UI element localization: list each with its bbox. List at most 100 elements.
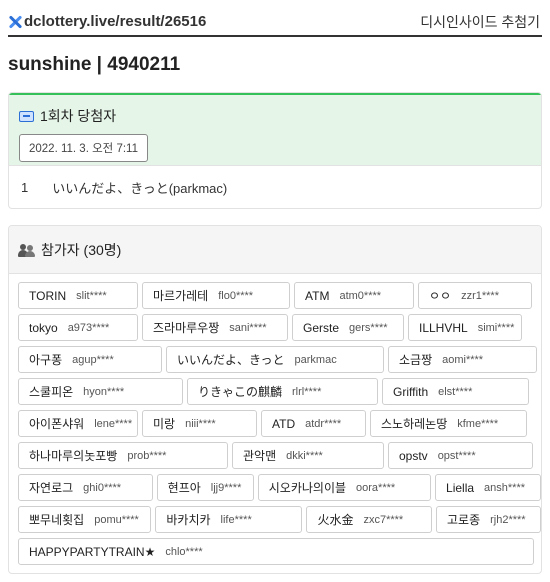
- participant-nickname: opstv: [399, 448, 428, 463]
- participant-id: prob****: [127, 449, 167, 462]
- participant-chip[interactable]: tokyo a973****: [18, 314, 138, 341]
- participant-chip[interactable]: opstv opst****: [388, 442, 533, 469]
- participant-id: pomu****: [94, 513, 139, 526]
- participant-nickname: いいんだよ、きっと: [177, 353, 285, 367]
- draw-date-badge: 2022. 11. 3. 오전 7:11: [19, 134, 148, 162]
- participant-chip[interactable]: 아구퐁 agup****: [18, 346, 162, 373]
- participant-nickname: TORIN: [29, 288, 67, 303]
- participant-row: 아이폰샤워 lene**** 미랑 niii**** ATD atdr**** 스노하레논땅…: [18, 410, 541, 437]
- people-icon: [18, 243, 35, 257]
- participant-chip[interactable]: HAPPYPARTYTRAIN★ chlo****: [18, 538, 534, 565]
- participant-chip[interactable]: Griffith elst****: [382, 378, 529, 405]
- participant-id: life****: [220, 513, 252, 526]
- participant-chip[interactable]: 스쿨피온 hyon****: [18, 378, 183, 405]
- participant-chip[interactable]: ATD atdr****: [261, 410, 366, 437]
- participant-nickname: 관악맨: [243, 449, 277, 463]
- participant-chip[interactable]: Liella ansh****: [435, 474, 541, 501]
- winner-card: 1회차 당첨자 2022. 11. 3. 오전 7:11 1 いいんだよ、きっと…: [8, 92, 542, 209]
- participant-chip[interactable]: 스노하레논땅 kfme****: [370, 410, 527, 437]
- participant-id: oora****: [356, 481, 396, 494]
- participant-nickname: 즈라마루우짱: [153, 321, 220, 335]
- participant-nickname: 스노하레논땅: [381, 417, 448, 431]
- participant-id: atm0****: [339, 289, 382, 302]
- participant-chip[interactable]: 고로종 rjh2****: [436, 506, 541, 533]
- participant-row: TORIN slit**** 마르가레테 flo0**** ATM atm0**** ㅇㅇ z…: [18, 282, 541, 309]
- participant-nickname: 하나마루의놋포빵: [29, 449, 118, 463]
- participant-nickname: 火水金: [317, 513, 354, 527]
- participant-chip[interactable]: りきゃこの麒麟 rlrl****: [187, 378, 378, 405]
- nav-link-dcinside-picker[interactable]: 디시인사이드 추첨기: [420, 12, 542, 32]
- winner-rank: 1: [21, 180, 29, 195]
- participant-chip[interactable]: ATM atm0****: [294, 282, 414, 309]
- participant-id: sani****: [229, 321, 267, 334]
- participant-id: rjh2****: [490, 513, 526, 526]
- participant-nickname: 소금짱: [399, 353, 433, 367]
- participant-nickname: 마르가레테: [153, 289, 209, 303]
- participant-nickname: 현프아: [167, 481, 201, 495]
- participant-nickname: 고로종: [447, 513, 481, 527]
- participant-chip[interactable]: 火水金 zxc7****: [306, 506, 432, 533]
- participant-nickname: ATD: [272, 416, 296, 431]
- participant-nickname: 시오카나의이블: [268, 481, 347, 495]
- url-text[interactable]: dclottery.live/result/26516: [24, 13, 206, 30]
- participant-chip[interactable]: TORIN slit****: [18, 282, 138, 309]
- participant-nickname: 아구퐁: [29, 353, 63, 367]
- participant-id: slit****: [76, 289, 107, 302]
- participant-id: niii****: [185, 417, 216, 430]
- participant-id: hyon****: [83, 385, 125, 398]
- participant-nickname: 미랑: [153, 417, 176, 431]
- participant-chip[interactable]: ㅇㅇ zzr1****: [418, 282, 532, 309]
- winner-card-header: 1회차 당첨자 2022. 11. 3. 오전 7:11: [9, 93, 541, 166]
- participant-chip[interactable]: ILLHVHL simi****: [408, 314, 522, 341]
- participant-row: 자연로그 ghi0**** 현프아 ljj9**** 시오카나의이블 oora**** Li…: [18, 474, 541, 501]
- participant-id: flo0****: [218, 289, 254, 302]
- participant-id: ghi0****: [83, 481, 122, 494]
- participant-nickname: ILLHVHL: [419, 320, 468, 335]
- participant-id: atdr****: [305, 417, 342, 430]
- site-url[interactable]: dclottery.live/result/26516: [8, 13, 206, 30]
- participant-id: gers****: [349, 321, 388, 334]
- participant-row: tokyo a973**** 즈라마루우짱 sani**** Gerste gers***…: [18, 314, 541, 341]
- participant-chip[interactable]: 자연로그 ghi0****: [18, 474, 153, 501]
- participant-id: rlrl****: [292, 385, 322, 398]
- participant-chip[interactable]: 마르가레테 flo0****: [142, 282, 290, 309]
- participants-card-title: 참가자 (30명): [18, 239, 531, 261]
- participant-nickname: ATM: [305, 288, 330, 303]
- participant-id: elst****: [438, 385, 473, 398]
- participant-chip[interactable]: 관악맨 dkki****: [232, 442, 384, 469]
- participants-title-text: 참가자 (30명): [41, 242, 122, 258]
- winner-row: 1 いいんだよ、きっと(parkmac): [9, 166, 541, 208]
- participant-chip[interactable]: 하나마루의놋포빵 prob****: [18, 442, 228, 469]
- participant-id: aomi****: [442, 353, 484, 366]
- participant-chip[interactable]: Gerste gers****: [292, 314, 404, 341]
- participant-nickname: Gerste: [303, 320, 340, 335]
- participant-nickname: 스쿨피온: [29, 385, 74, 399]
- participant-row: 하나마루의놋포빵 prob**** 관악맨 dkki**** opstv opst****: [18, 442, 541, 469]
- participant-chip[interactable]: 바카치카 life****: [155, 506, 303, 533]
- page-title: sunshine | 4940211: [8, 54, 181, 75]
- participant-nickname: tokyo: [29, 320, 58, 335]
- participant-nickname: Liella: [446, 480, 475, 495]
- participant-chip[interactable]: 미랑 niii****: [142, 410, 257, 437]
- participant-chip[interactable]: いいんだよ、きっと parkmac: [166, 346, 384, 373]
- participant-nickname: 뽀무네횟집: [29, 513, 85, 527]
- participant-chip[interactable]: 아이폰샤워 lene****: [18, 410, 138, 437]
- logo-x-icon: [8, 15, 22, 29]
- participant-id: zxc7****: [363, 513, 404, 526]
- participant-id: kfme****: [457, 417, 499, 430]
- participant-row: HAPPYPARTYTRAIN★ chlo****: [18, 538, 541, 565]
- participant-chip[interactable]: 즈라마루우짱 sani****: [142, 314, 288, 341]
- participant-chip[interactable]: 소금짱 aomi****: [388, 346, 537, 373]
- participant-chip[interactable]: 시오카나의이블 oora****: [257, 474, 432, 501]
- participants-card-header: 참가자 (30명): [9, 226, 541, 274]
- participant-id: ljj9****: [210, 481, 242, 494]
- participant-list: TORIN slit**** 마르가레테 flo0**** ATM atm0**** ㅇㅇ z…: [9, 274, 541, 565]
- participant-chip[interactable]: 뽀무네횟집 pomu****: [18, 506, 152, 533]
- participant-chip[interactable]: 현프아 ljj9****: [156, 474, 254, 501]
- participant-id: parkmac: [294, 353, 337, 366]
- participant-nickname: 바카치카: [166, 513, 211, 527]
- participant-id: a973****: [67, 321, 110, 334]
- participant-nickname: Griffith: [393, 384, 429, 399]
- participant-row: 스쿨피온 hyon**** りきゃこの麒麟 rlrl**** Griffith elst*…: [18, 378, 541, 405]
- winner-name: いいんだよ、きっと(parkmac): [52, 181, 228, 196]
